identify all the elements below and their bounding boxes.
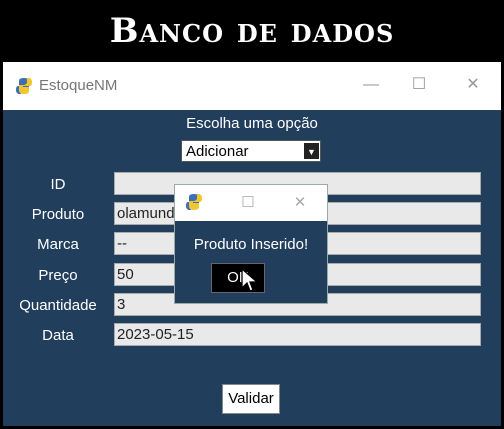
label-produto: Produto — [31, 206, 85, 223]
dialog-maximize-icon[interactable]: ☐ — [233, 190, 263, 216]
data-field[interactable]: 2023-05-15 — [114, 323, 481, 346]
validate-button[interactable]: Validar — [222, 384, 280, 414]
option-select-value: Adicionar — [186, 143, 249, 160]
dialog-close-icon[interactable]: ✕ — [285, 190, 315, 216]
marca-field-value: -- — [117, 235, 127, 252]
dialog-message: Produto Inserido! — [193, 236, 309, 253]
window-title: EstoqueNM — [39, 77, 118, 94]
dialog-titlebar[interactable]: ☐ ✕ — [175, 185, 327, 221]
quantidade-field-value: 3 — [117, 296, 126, 313]
preco-field-value: 50 — [117, 266, 134, 283]
option-select[interactable]: Adicionar ▼ — [181, 140, 321, 162]
window-titlebar[interactable]: EstoqueNM — ☐ ✕ — [3, 62, 501, 110]
produto-field-value: olamundo — [117, 205, 183, 222]
mouse-pointer-icon — [241, 268, 259, 292]
close-icon[interactable]: ✕ — [453, 72, 493, 98]
label-id: ID — [50, 176, 66, 193]
label-data: Data — [42, 327, 74, 344]
banner: Banco de dados — [0, 0, 504, 62]
banner-title: Banco de dados — [109, 11, 395, 51]
minimize-icon[interactable]: — — [351, 72, 391, 98]
python-logo-icon — [186, 194, 202, 210]
maximize-icon[interactable]: ☐ — [399, 72, 439, 98]
python-logo-icon — [16, 78, 32, 94]
form-heading: Escolha uma opção — [186, 115, 318, 132]
chevron-down-icon[interactable]: ▼ — [304, 143, 319, 159]
label-preco: Preço — [38, 267, 78, 284]
label-marca: Marca — [37, 236, 79, 253]
data-field-value: 2023-05-15 — [117, 326, 194, 343]
label-quantidade: Quantidade — [19, 297, 97, 314]
